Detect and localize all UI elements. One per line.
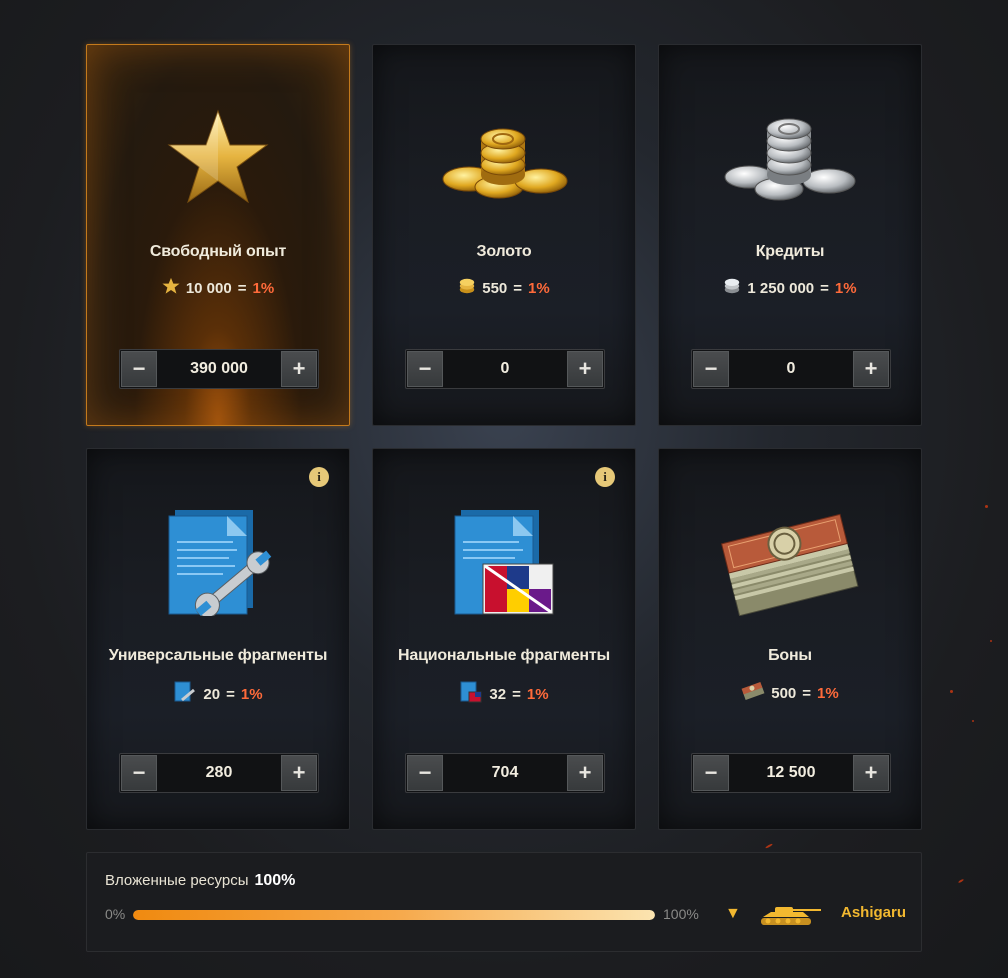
rate-percent: 1%: [528, 279, 550, 297]
card-title: Национальные фрагменты: [398, 647, 610, 664]
amount-stepper: − 704 +: [405, 753, 605, 793]
exchange-rate: 1 250 000 = 1%: [659, 277, 921, 299]
exchange-rate: 32 = 1%: [373, 681, 635, 707]
spark-decoration: [990, 640, 992, 642]
exchange-rate: 20 = 1%: [87, 681, 349, 707]
exchange-rate: 10 000 = 1%: [87, 277, 349, 299]
equals-sign: =: [513, 279, 523, 297]
increase-button[interactable]: +: [567, 351, 603, 387]
increase-button[interactable]: +: [853, 351, 889, 387]
increase-button[interactable]: +: [281, 351, 317, 387]
rate-percent: 1%: [526, 685, 549, 703]
amount-stepper: − 0 +: [405, 349, 605, 389]
rate-amount: 1 250 000: [747, 279, 815, 297]
rate-amount: 32: [489, 685, 507, 703]
equals-sign: =: [820, 279, 829, 297]
exchange-rate: 550 = 1%: [373, 277, 635, 299]
amount-stepper: − 12 500 +: [691, 753, 891, 793]
player-name: Ashigaru: [841, 904, 907, 921]
marker-down-icon: ▼: [725, 905, 741, 922]
amount-stepper: − 390 000 +: [119, 349, 319, 389]
amount-value[interactable]: 390 000: [158, 360, 280, 378]
progress-bar: [133, 910, 655, 920]
card-title: Свободный опыт: [149, 243, 287, 260]
resource-card-gold[interactable]: Золото 550 = 1% − 0 +: [372, 44, 636, 426]
resource-grid: Свободный опыт 10 000 = 1% − 390 000 + З…: [86, 44, 922, 830]
rate-percent: 1%: [817, 684, 839, 702]
credits-coins-icon: [710, 97, 870, 217]
info-icon[interactable]: i: [595, 467, 615, 487]
rate-percent: 1%: [240, 685, 263, 703]
national-blueprint-small-icon: [459, 681, 483, 707]
resource-card-credits[interactable]: Кредиты 1 250 000 = 1% − 0 +: [658, 44, 922, 426]
spark-decoration: [985, 505, 988, 508]
invested-value: 100%: [254, 872, 296, 889]
bond-small-icon: [741, 681, 765, 705]
resource-card-bonds[interactable]: Боны 500 = 1% − 12 500 +: [658, 448, 922, 830]
national-blueprint-icon: [424, 501, 584, 621]
credits-icon: [723, 277, 741, 299]
increase-button[interactable]: +: [853, 755, 889, 791]
decrease-button[interactable]: −: [121, 755, 157, 791]
star-icon: [162, 277, 180, 299]
rate-amount: 20: [203, 685, 221, 703]
bonds-icon: [710, 501, 870, 621]
free-xp-star-icon: [138, 97, 298, 217]
rate-amount: 10 000: [185, 279, 232, 297]
equals-sign: =: [802, 684, 812, 702]
rate-percent: 1%: [252, 279, 275, 297]
equals-sign: =: [512, 685, 521, 703]
decrease-button[interactable]: −: [693, 755, 729, 791]
decrease-button[interactable]: −: [407, 351, 443, 387]
resource-card-universal-fragments[interactable]: i Универсальные фрагменты 20 = 1% − 280 …: [86, 448, 350, 830]
increase-button[interactable]: +: [281, 755, 317, 791]
spark-decoration: [765, 843, 773, 849]
universal-blueprint-icon: [138, 501, 298, 621]
tank-icon: [759, 903, 825, 934]
amount-value[interactable]: 0: [730, 360, 852, 378]
progress-max-label: 100%: [663, 906, 699, 922]
amount-value[interactable]: 12 500: [730, 764, 852, 782]
spark-decoration: [950, 690, 953, 693]
rate-percent: 1%: [834, 279, 857, 297]
spark-decoration: [972, 720, 974, 722]
decrease-button[interactable]: −: [121, 351, 157, 387]
resource-card-free-xp[interactable]: Свободный опыт 10 000 = 1% − 390 000 +: [86, 44, 350, 426]
amount-value[interactable]: 0: [444, 360, 566, 378]
exchange-rate: 500 = 1%: [659, 681, 921, 705]
decrease-button[interactable]: −: [407, 755, 443, 791]
amount-value[interactable]: 704: [444, 764, 566, 782]
blueprint-small-icon: [173, 681, 197, 707]
rate-amount: 550: [482, 279, 508, 297]
progress-min-label: 0%: [105, 906, 126, 922]
equals-sign: =: [226, 685, 235, 703]
decrease-button[interactable]: −: [693, 351, 729, 387]
card-title: Боны: [768, 647, 812, 664]
rate-amount: 500: [771, 684, 797, 702]
gold-icon: [458, 277, 476, 299]
card-title: Кредиты: [755, 243, 825, 260]
spark-decoration: [957, 878, 965, 884]
invested-label-text: Вложенные ресурсы: [105, 872, 249, 889]
amount-stepper: − 280 +: [119, 753, 319, 793]
increase-button[interactable]: +: [567, 755, 603, 791]
amount-stepper: − 0 +: [691, 349, 891, 389]
invested-resources-panel: Вложенные ресурсы 100% 0% 100% ▼ Ashigaru: [86, 852, 922, 952]
info-icon[interactable]: i: [309, 467, 329, 487]
amount-value[interactable]: 280: [158, 764, 280, 782]
invested-resources-label: Вложенные ресурсы 100%: [105, 872, 295, 890]
card-title: Золото: [476, 243, 532, 260]
progress-bar-fill: [133, 910, 655, 920]
equals-sign: =: [237, 279, 247, 297]
gold-coins-icon: [424, 97, 584, 217]
resource-card-national-fragments[interactable]: i Национальные фрагменты 32 = 1% − 704 +: [372, 448, 636, 830]
card-title: Универсальные фрагменты: [108, 647, 328, 664]
